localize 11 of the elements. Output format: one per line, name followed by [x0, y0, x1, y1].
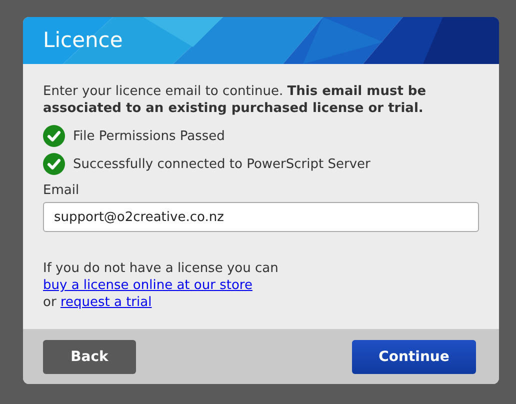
dialog-title: Licence: [43, 27, 123, 53]
status-text: File Permissions Passed: [73, 128, 225, 144]
status-text: Successfully connected to PowerScript Server: [73, 156, 370, 172]
email-field[interactable]: support@o2creative.co.nz: [43, 202, 479, 232]
continue-button[interactable]: Continue: [352, 340, 476, 374]
instruction-text: Enter your licence email to continue. This email must be associated to an existing purchased license or trial.: [43, 83, 428, 117]
field-label: Email: [43, 183, 80, 199]
license-note: If you do not have a license you can buy a license online at our store or request a trial: [43, 260, 280, 311]
back-button[interactable]: Back: [43, 340, 136, 374]
trial-link[interactable]: request a trial: [60, 295, 152, 310]
store-link[interactable]: buy a license online at our store: [43, 278, 252, 293]
